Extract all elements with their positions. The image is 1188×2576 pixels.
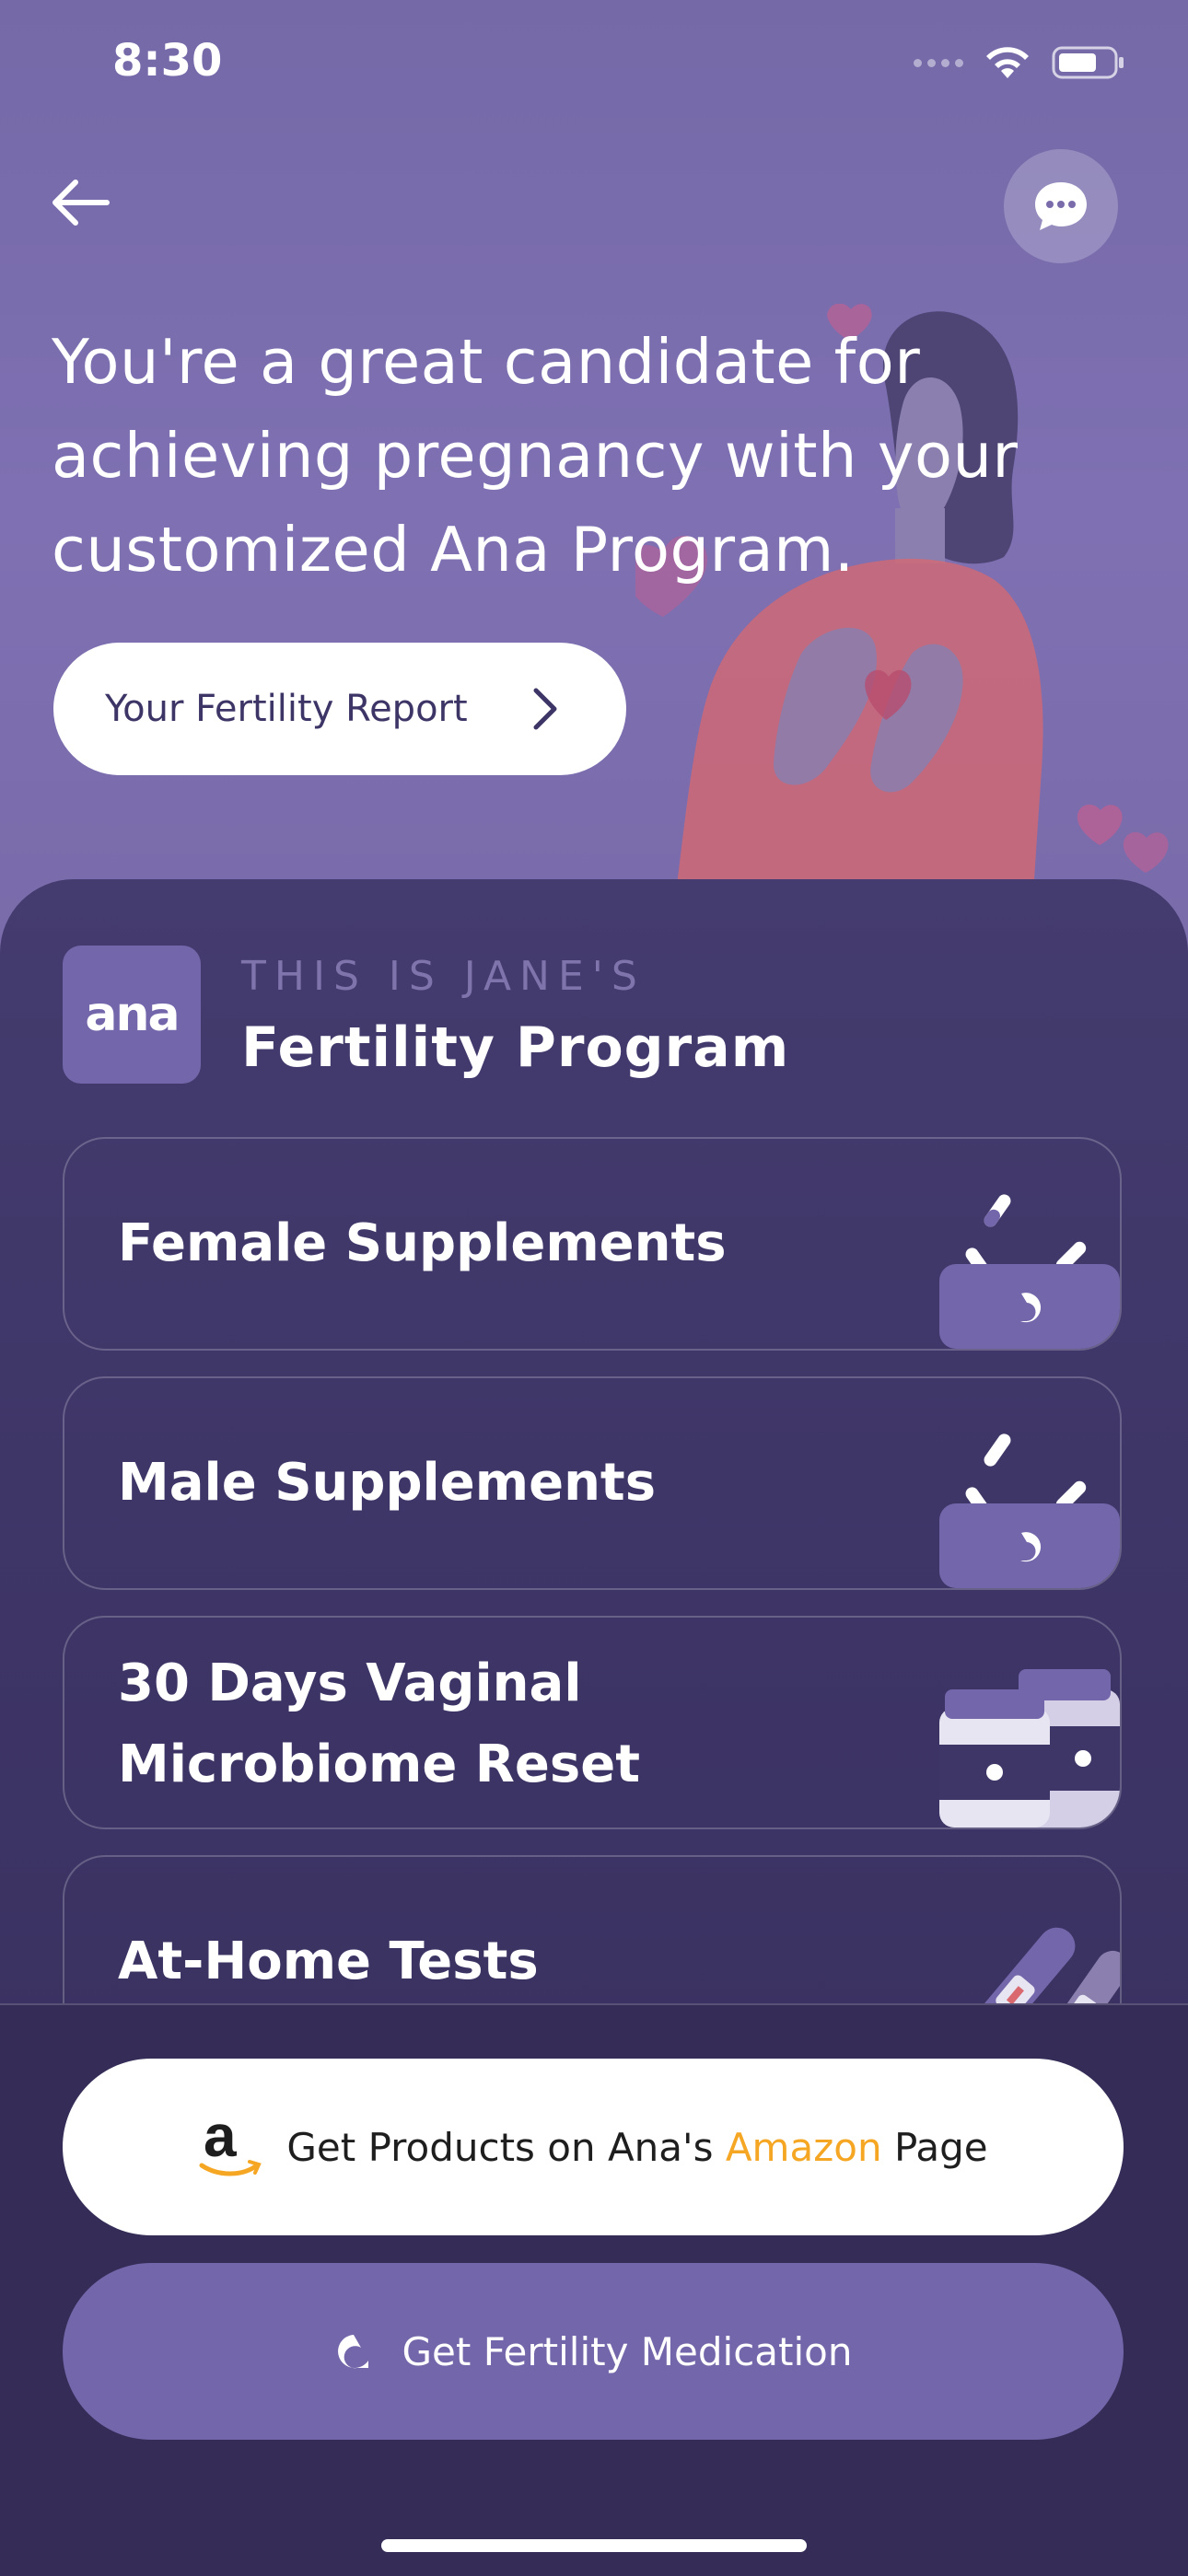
program-subtitle: THIS IS JANE'S [241,953,646,1000]
chat-button[interactable] [1004,149,1118,263]
bottles-icon [939,1669,1120,1828]
svg-text:a: a [204,2112,237,2169]
cellular-signal-icon [914,58,963,67]
card-label: Male Supplements [118,1453,657,1513]
card-female-supplements[interactable]: Female Supplements [63,1137,1122,1351]
back-button[interactable] [48,175,122,239]
wifi-icon [986,47,1029,78]
ana-mark-icon [338,2335,369,2369]
chat-bubble-icon [1035,182,1087,230]
supplements-box-icon [939,1433,1120,1588]
amazon-suffix: Page [893,2124,988,2170]
program-sheet: ana THIS IS JANE'S Fertility Program Fem… [0,879,1188,2076]
program-title: Fertility Program [241,1015,790,1080]
fertility-report-button[interactable]: Your Fertility Report [53,643,626,775]
fertility-medication-button[interactable]: Get Fertility Medication [63,2263,1124,2440]
fertility-report-label: Your Fertility Report [105,688,468,730]
arrow-left-icon [52,180,110,226]
battery-icon [1052,46,1124,79]
card-male-supplements[interactable]: Male Supplements [63,1376,1122,1590]
amazon-prefix: Get Products on Ana's [286,2124,714,2170]
ana-logo: ana [63,946,201,1084]
medication-button-label: Get Fertility Medication [402,2328,853,2374]
amazon-brand: Amazon [725,2124,882,2170]
amazon-logo-icon: a [199,2112,262,2176]
amazon-page-button[interactable]: a Get Products on Ana's Amazon Page [63,2059,1124,2235]
supplements-box-icon [939,1194,1120,1349]
card-label: At-Home Tests [118,1932,539,1991]
card-microbiome-reset[interactable]: 30 Days Vaginal Microbiome Reset [63,1616,1122,1829]
chevron-right-icon [533,688,557,730]
bottom-action-bar: a Get Products on Ana's Amazon Page Get … [0,2003,1188,2576]
status-time: 8:30 [112,35,223,87]
amazon-button-label: Get Products on Ana's Amazon Page [286,2125,987,2170]
home-indicator[interactable] [381,2539,807,2552]
card-label-line2: Microbiome Reset [118,1735,640,1794]
hero-section: 8:30 You're a great candidate for achiev… [0,0,1188,921]
hero-title: You're a great candidate for achieving p… [52,326,1019,586]
card-label: Female Supplements [118,1213,727,1273]
status-icons [914,44,1125,81]
card-label-line1: 30 Days Vaginal [118,1654,582,1713]
